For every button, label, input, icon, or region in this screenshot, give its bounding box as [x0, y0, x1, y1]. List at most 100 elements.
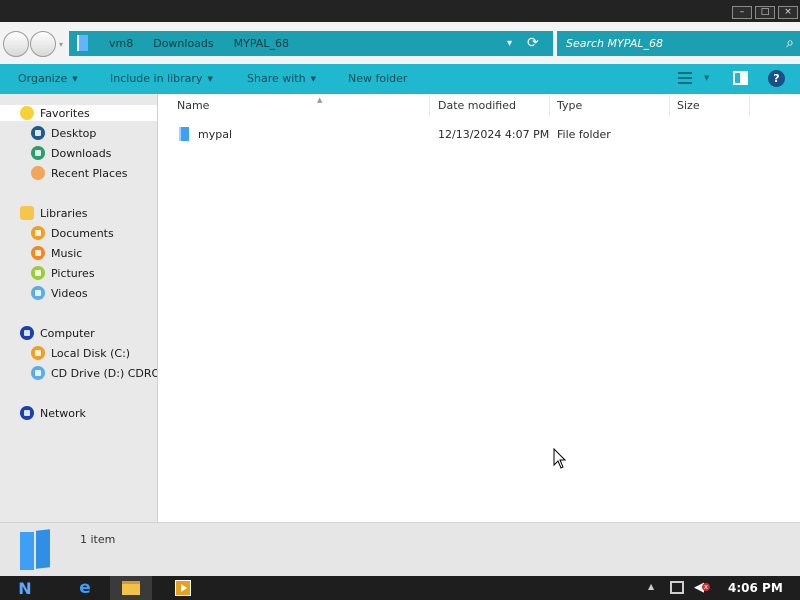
sidebar-item-cd-drive[interactable]: CD Drive (D:) CDROM [31, 365, 158, 381]
sidebar-item-recent-places[interactable]: Recent Places [31, 165, 128, 181]
videos-icon [31, 286, 45, 300]
minimize-button[interactable]: – [732, 6, 752, 19]
sidebar-item-downloads[interactable]: Downloads [31, 145, 111, 161]
sidebar-item-pictures[interactable]: Pictures [31, 265, 95, 281]
column-divider[interactable] [669, 94, 670, 116]
sidebar-item-label: Pictures [51, 266, 95, 280]
share-with-button[interactable]: Share with ▼ [247, 72, 316, 85]
sidebar-item-label: Local Disk (C:) [51, 346, 131, 360]
column-header-size[interactable]: Size [677, 99, 700, 112]
folder-icon [179, 127, 189, 141]
sidebar-item-label: Music [51, 246, 83, 260]
table-row[interactable]: mypal 12/13/2024 4:07 PM File folder [159, 124, 800, 146]
chevron-down-icon: ▼ [207, 75, 213, 83]
desktop-icon [31, 126, 45, 140]
network-icon [20, 406, 34, 420]
preview-pane-icon[interactable] [733, 71, 748, 85]
details-pane: 1 item [0, 522, 800, 576]
help-icon[interactable]: ? [768, 70, 785, 87]
media-player-icon [175, 580, 191, 596]
system-clock[interactable]: 4:06 PM [728, 581, 783, 595]
view-options-dropdown[interactable]: ▼ [704, 74, 709, 82]
column-divider[interactable] [549, 94, 550, 116]
sidebar-item-label: Downloads [51, 146, 112, 160]
breadcrumb-vm8[interactable]: vm8 [109, 37, 133, 50]
refresh-icon[interactable]: ⟳ [527, 35, 539, 51]
breadcrumb: vm8 Downloads MYPAL_68 [109, 31, 289, 56]
sidebar-item-label: Desktop [51, 126, 97, 140]
file-date-modified: 12/13/2024 4:07 PM [438, 128, 550, 141]
sidebar-item-documents[interactable]: Documents [31, 225, 114, 241]
change-view-icon[interactable] [678, 72, 692, 84]
sidebar-item-favorites[interactable]: Favorites [0, 105, 157, 121]
file-list: Name ▲ Date modified Type Size mypal 12/… [159, 94, 800, 522]
file-type: File folder [557, 128, 611, 141]
window-controls: – □ × [732, 6, 798, 19]
address-row: ▾ vm8 Downloads MYPAL_68 ▾ ⟳ Search MYPA… [0, 22, 800, 64]
search-box[interactable]: Search MYPAL_68 ⌕ [557, 31, 800, 56]
navigation-pane: Favorites Desktop Downloads Recent Place… [0, 94, 158, 522]
include-in-library-label: Include in library [110, 72, 203, 85]
sidebar-item-local-disk[interactable]: Local Disk (C:) [31, 345, 130, 361]
sidebar-item-videos[interactable]: Videos [31, 285, 88, 301]
organize-button[interactable]: Organize ▼ [18, 72, 78, 85]
organize-label: Organize [18, 72, 68, 85]
action-center-icon[interactable] [670, 581, 684, 594]
muted-badge-icon: x [702, 583, 710, 591]
sidebar-item-computer[interactable]: Computer [20, 325, 95, 341]
sidebar-item-desktop[interactable]: Desktop [31, 125, 96, 141]
file-explorer-icon [122, 581, 140, 595]
sidebar-item-libraries[interactable]: Libraries [20, 205, 88, 221]
column-header-type[interactable]: Type [557, 99, 582, 112]
column-header-name[interactable]: Name ▲ [177, 96, 322, 112]
library-folder-icon [20, 529, 52, 570]
forward-button[interactable] [30, 31, 56, 57]
sidebar-item-music[interactable]: Music [31, 245, 82, 261]
music-icon [31, 246, 45, 260]
column-divider[interactable] [429, 94, 430, 116]
sidebar-item-label: Documents [51, 226, 114, 240]
pictures-icon [31, 266, 45, 280]
breadcrumb-mypal-68[interactable]: MYPAL_68 [234, 37, 289, 50]
include-in-library-button[interactable]: Include in library ▼ [110, 72, 213, 85]
documents-icon [31, 226, 45, 240]
mouse-cursor-icon [553, 448, 567, 469]
sidebar-item-label: Recent Places [51, 166, 128, 180]
sidebar-item-network[interactable]: Network [20, 405, 86, 421]
libraries-icon [20, 206, 34, 220]
maximize-button[interactable]: □ [755, 6, 775, 19]
file-name[interactable]: mypal [198, 128, 232, 141]
new-folder-button[interactable]: New folder [348, 72, 407, 85]
sidebar-item-label: Favorites [40, 106, 90, 120]
cd-drive-icon [31, 366, 45, 380]
computer-icon [20, 326, 34, 340]
recent-pages-dropdown[interactable]: ▾ [59, 40, 63, 49]
search-icon[interactable]: ⌕ [786, 35, 794, 51]
item-count: 1 item [80, 533, 116, 546]
file-explorer-taskbar-button[interactable] [110, 576, 152, 600]
command-bar: Organize ▼ Include in library ▼ Share with… [0, 64, 800, 94]
address-dropdown-icon[interactable]: ▾ [507, 38, 512, 49]
show-hidden-icons-icon[interactable]: ▲ [648, 582, 654, 591]
chevron-down-icon: ▼ [310, 75, 316, 83]
sidebar-item-label: CD Drive (D:) CDROM [51, 366, 158, 380]
recent-places-icon [31, 166, 45, 180]
column-header-label: Name [177, 99, 210, 112]
sidebar-item-label: Videos [51, 286, 88, 300]
address-bar[interactable]: vm8 Downloads MYPAL_68 ▾ ⟳ [69, 31, 553, 56]
column-divider[interactable] [749, 94, 750, 116]
start-button[interactable]: N [10, 576, 40, 600]
search-input[interactable]: Search MYPAL_68 [566, 37, 663, 50]
taskbar: N e ▲ ◀ x 4:06 PM [0, 576, 800, 600]
column-header-date-modified[interactable]: Date modified [438, 99, 516, 112]
internet-explorer-icon[interactable]: e [70, 576, 100, 600]
local-disk-icon [31, 346, 45, 360]
breadcrumb-downloads[interactable]: Downloads [153, 37, 213, 50]
close-button[interactable]: × [778, 6, 798, 19]
sidebar-item-label: Libraries [40, 206, 88, 220]
sort-ascending-icon: ▲ [317, 96, 323, 104]
media-player-taskbar-button[interactable] [168, 576, 198, 600]
sidebar-item-label: Network [40, 406, 86, 420]
back-button[interactable] [3, 31, 29, 57]
volume-muted-icon[interactable]: ◀ x [694, 580, 710, 595]
